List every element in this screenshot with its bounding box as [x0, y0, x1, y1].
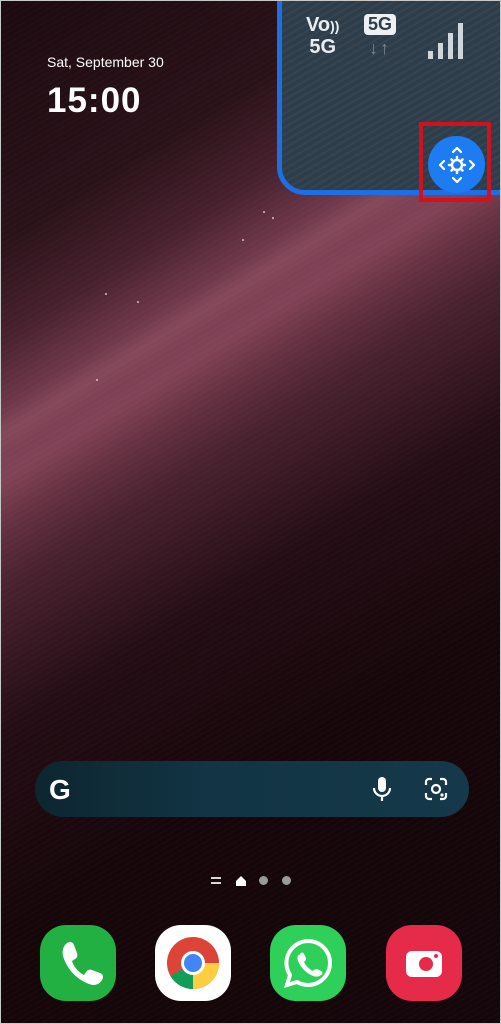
- chrome-app[interactable]: [155, 925, 231, 1001]
- volte-indicator: Vo)) 5G: [306, 14, 340, 58]
- network-type-badge: 5G: [364, 14, 397, 35]
- google-search-bar[interactable]: [35, 761, 469, 817]
- wallpaper-sparkle: [242, 239, 244, 241]
- camera-app[interactable]: [386, 925, 462, 1001]
- wallpaper-sparkle: [137, 301, 139, 303]
- google-lens-icon[interactable]: [423, 776, 449, 802]
- chrome-icon: [167, 937, 219, 989]
- page-list-icon: [211, 877, 221, 885]
- home-page-icon: [236, 876, 246, 886]
- page-dot: [282, 876, 291, 885]
- google-logo: G: [49, 774, 71, 805]
- signal-bars-icon: [428, 23, 463, 59]
- lock-date: Sat, September 30: [47, 54, 164, 70]
- microphone-icon[interactable]: [370, 775, 394, 803]
- page-dot: [259, 876, 268, 885]
- data-activity-arrows: ↓↑: [369, 38, 391, 58]
- phone-app[interactable]: [40, 925, 116, 1001]
- whatsapp-icon: [284, 938, 332, 988]
- wallpaper-sparkle: [272, 217, 274, 219]
- wallpaper-sparkle: [105, 293, 107, 295]
- wallpaper-sparkle: [96, 379, 98, 381]
- move-settings-icon: [438, 146, 475, 183]
- move-settings-button[interactable]: [428, 136, 485, 193]
- phone-icon: [62, 941, 104, 985]
- wallpaper-sparkle: [263, 211, 265, 213]
- lock-clock: 15:00: [47, 81, 142, 120]
- home-screen: Sat, September 30 15:00 Vo)) 5G 5G ↓↑ G: [0, 0, 501, 1024]
- whatsapp-app[interactable]: [270, 925, 346, 1001]
- page-indicator[interactable]: [211, 873, 301, 889]
- camera-icon: [406, 951, 442, 977]
